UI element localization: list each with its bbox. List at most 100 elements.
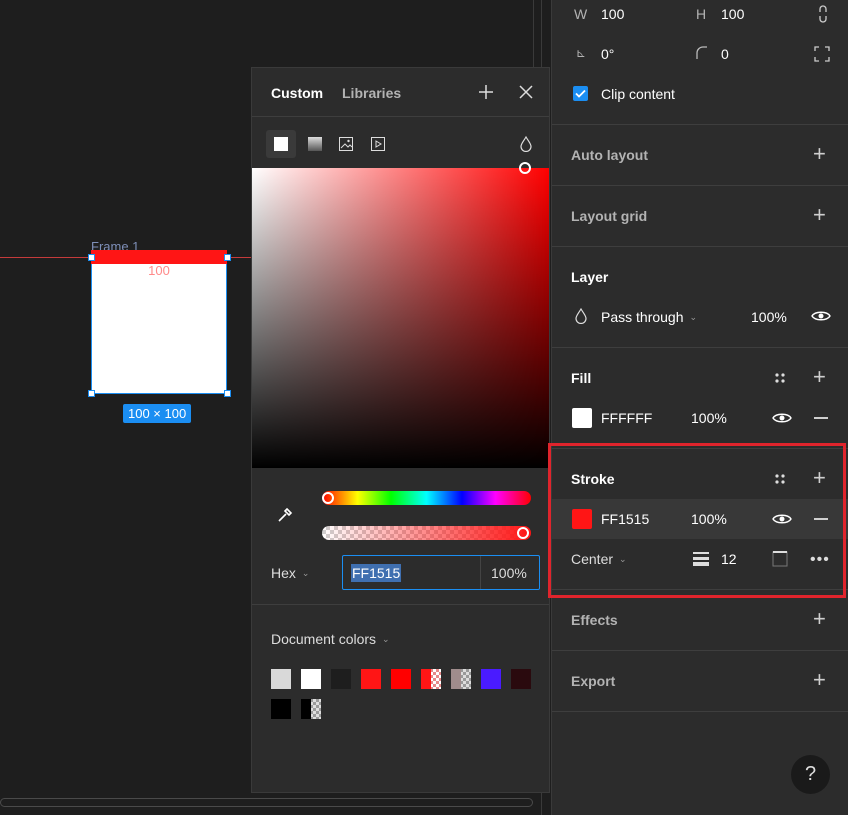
tab-libraries[interactable]: Libraries <box>342 85 401 101</box>
opacity-slider[interactable] <box>322 526 531 540</box>
fill-visibility-button[interactable] <box>772 410 792 429</box>
saturation-knob[interactable] <box>519 162 531 174</box>
height-input[interactable]: 100 <box>721 6 744 22</box>
add-auto-layout-button[interactable]: + <box>813 143 826 165</box>
divider <box>552 185 848 186</box>
document-color-swatch[interactable] <box>271 669 291 689</box>
drop-icon <box>575 307 587 327</box>
gradient-fill-button[interactable] <box>303 130 327 158</box>
add-export-button[interactable]: + <box>813 669 826 691</box>
hue-knob[interactable] <box>322 492 334 504</box>
document-color-swatch[interactable] <box>421 669 441 689</box>
frame-measure-text: 100 <box>148 263 170 278</box>
tab-custom[interactable]: Custom <box>271 85 323 101</box>
opacity-knob[interactable] <box>517 527 529 539</box>
close-icon <box>519 85 533 99</box>
resize-handle-bl[interactable] <box>88 390 95 397</box>
styles-icon <box>775 373 785 383</box>
document-color-swatch[interactable] <box>271 699 291 719</box>
fill-styles-button[interactable] <box>774 371 786 387</box>
hue-slider[interactable] <box>322 491 531 505</box>
close-button[interactable] <box>516 82 536 102</box>
properties-panel: W 100 H 100 ⊾ 0° 0 Clip content Auto lay… <box>551 0 848 815</box>
image-fill-button[interactable] <box>334 130 358 158</box>
layer-visibility-button[interactable] <box>811 308 831 327</box>
frame-1[interactable] <box>91 258 227 394</box>
clip-content-checkbox[interactable] <box>573 86 588 101</box>
document-color-swatch[interactable] <box>301 699 321 719</box>
blend-mode-button[interactable] <box>516 134 536 154</box>
plus-icon <box>479 85 493 99</box>
constrain-proportions-button[interactable] <box>814 4 832 24</box>
add-fill-button[interactable]: + <box>813 366 826 388</box>
independent-corners-button[interactable] <box>813 45 831 63</box>
corner-radius-input[interactable]: 0 <box>721 46 729 62</box>
blend-mode-value: Pass through <box>601 309 684 325</box>
clip-content-label: Clip content <box>601 86 675 102</box>
opacity-input[interactable]: 100% <box>491 565 527 581</box>
divider <box>552 124 848 125</box>
add-style-button[interactable] <box>476 82 496 102</box>
auto-layout-title: Auto layout <box>571 147 648 163</box>
horizontal-scrollbar[interactable] <box>0 798 533 807</box>
width-input[interactable]: 100 <box>601 6 624 22</box>
remove-fill-button[interactable] <box>814 417 828 419</box>
height-label: H <box>696 6 707 22</box>
document-color-swatch[interactable] <box>301 669 321 689</box>
solid-fill-button[interactable] <box>266 130 296 158</box>
resize-handle-tl[interactable] <box>88 254 95 261</box>
chevron-down-icon: ⌄ <box>689 311 698 322</box>
document-color-swatch[interactable] <box>361 669 381 689</box>
document-colors-select[interactable]: Document colors ⌄ <box>271 631 390 647</box>
chevron-down-icon: ⌄ <box>382 633 390 644</box>
hex-input-group: FF1515 100% <box>342 555 540 590</box>
fill-hex-input[interactable]: FFFFFF <box>601 410 652 426</box>
eye-icon <box>811 311 831 321</box>
document-color-swatch[interactable] <box>511 669 531 689</box>
help-button[interactable]: ? <box>791 755 830 794</box>
divider <box>552 711 848 712</box>
color-mode-label: Hex <box>271 565 296 581</box>
blend-mode-select[interactable]: Pass through ⌄ <box>601 309 697 325</box>
divider <box>552 347 848 348</box>
layer-title: Layer <box>571 269 609 285</box>
document-color-swatch[interactable] <box>331 669 351 689</box>
gradient-icon <box>308 137 322 151</box>
document-color-swatch[interactable] <box>451 669 471 689</box>
checkmark-icon <box>575 89 586 98</box>
corners-icon <box>814 46 830 62</box>
document-color-swatch[interactable] <box>481 669 501 689</box>
solid-square-icon <box>274 137 288 151</box>
document-color-swatches <box>271 669 541 729</box>
eyedropper-button[interactable] <box>274 504 296 526</box>
layer-opacity-input[interactable]: 100% <box>751 309 787 325</box>
image-icon <box>339 137 353 151</box>
divider <box>252 604 549 605</box>
color-mode-select[interactable]: Hex ⌄ <box>271 565 309 581</box>
fill-title: Fill <box>571 370 592 386</box>
add-effect-button[interactable]: + <box>813 608 826 630</box>
divider <box>252 116 549 117</box>
add-layout-grid-button[interactable]: + <box>813 204 826 226</box>
layout-grid-title: Layout grid <box>571 208 648 224</box>
hex-input[interactable]: FF1515 <box>351 564 402 582</box>
export-title: Export <box>571 673 616 689</box>
eyedropper-icon <box>278 507 293 522</box>
document-colors-label: Document colors <box>271 631 377 647</box>
frame-stroke-top <box>91 250 227 264</box>
width-label: W <box>574 6 588 22</box>
video-fill-button[interactable] <box>366 130 390 158</box>
rotation-input[interactable]: 0° <box>601 46 614 62</box>
link-icon <box>819 5 827 23</box>
rotation-icon: ⊾ <box>576 46 587 60</box>
document-color-swatch[interactable] <box>391 669 411 689</box>
fill-opacity-input[interactable]: 100% <box>691 410 727 426</box>
corner-radius-icon <box>696 46 708 63</box>
stroke-highlight-box <box>548 443 846 598</box>
video-icon <box>371 137 385 151</box>
divider <box>552 650 848 651</box>
saturation-brightness-area[interactable] <box>252 168 549 468</box>
resize-handle-tr[interactable] <box>224 254 231 261</box>
fill-color-swatch[interactable] <box>572 408 592 428</box>
resize-handle-br[interactable] <box>224 390 231 397</box>
